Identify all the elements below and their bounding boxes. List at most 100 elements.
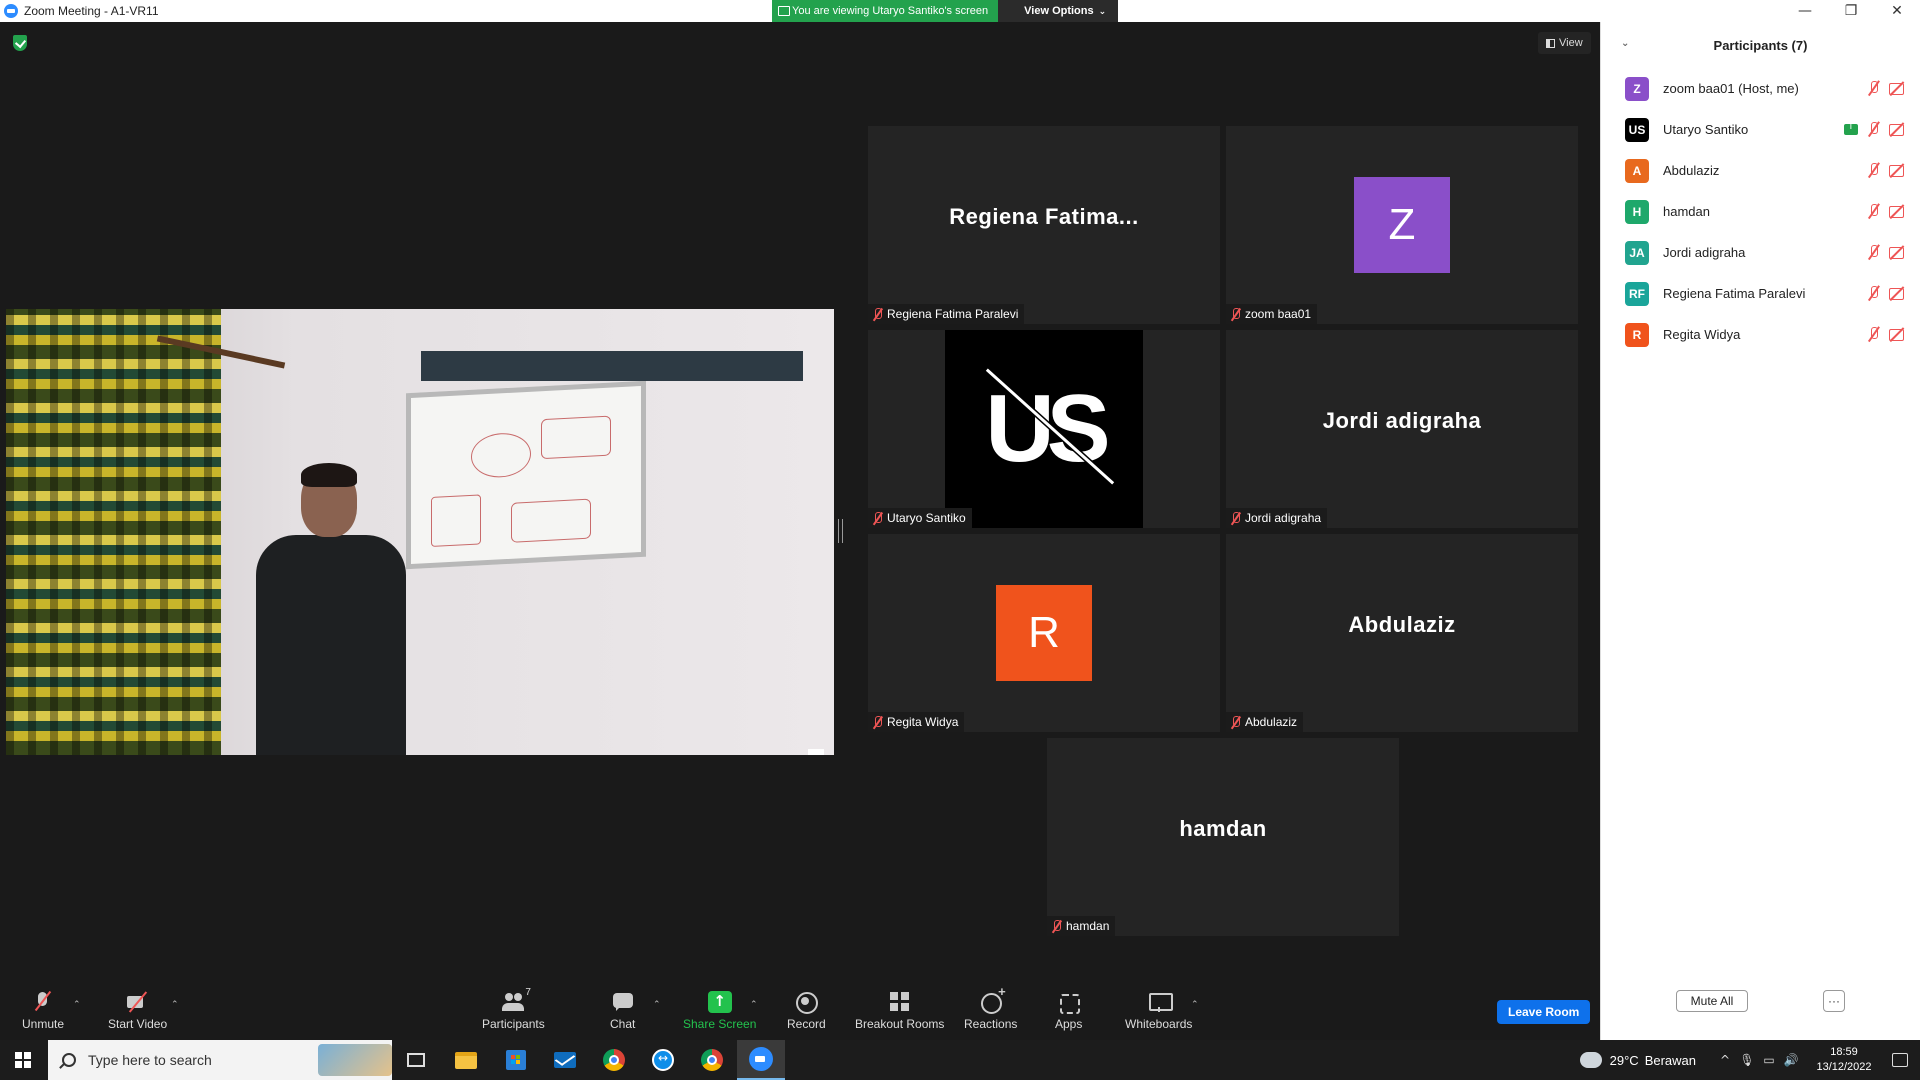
chevron-down-icon: ⌄ [1098,5,1107,16]
participants-list: Z zoom baa01 (Host, me) US Utaryo Santik… [1601,68,1920,355]
minimize-button[interactable]: — [1782,0,1828,22]
tile-avatar: Z [1354,177,1450,273]
view-button-label: View [1559,37,1583,49]
whiteboard-options-caret[interactable]: ⌃ [1191,999,1199,1010]
windows-start-icon[interactable] [15,1052,32,1069]
tile-display-name: Jordi adigraha [1322,408,1482,433]
meeting-area: View Regiena Fatima... Regiena Fatima Pa… [0,22,1600,1040]
window-controls: — ❐ ✕ [1782,0,1920,22]
microphone-muted-icon [31,991,55,1013]
reactions-icon [979,984,1006,1014]
mute-all-button[interactable]: Mute All [1676,990,1748,1012]
participant-row[interactable]: RF Regiena Fatima Paralevi [1601,273,1920,314]
video-tile[interactable]: R Regita Widya [868,534,1220,732]
video-options-caret[interactable]: ⌃ [171,999,179,1010]
participant-avatar: Z [1625,76,1649,101]
tray-overflow-chevron-icon[interactable]: ^ [1716,1051,1734,1069]
share-resize-handle[interactable] [808,749,824,755]
mic-muted-icon [1868,203,1880,219]
view-options-button[interactable]: View Options ⌄ [998,0,1119,22]
participant-row[interactable]: A Abdulaziz [1601,150,1920,191]
redaction-bar [421,351,803,381]
meeting-toolbar: Unmute ⌃ Start Video ⌃ 7 Participants Ch… [0,975,1600,1040]
microphone-icon[interactable]: 🎙 [1738,1051,1756,1069]
participants-panel-header: ⌄ Participants (7) [1601,22,1920,68]
participant-row[interactable]: H hamdan [1601,191,1920,232]
task-view-icon [407,1053,425,1067]
tile-name-label: zoom baa01 [1226,304,1318,324]
participant-row[interactable]: R Regita Widya [1601,314,1920,355]
teamviewer-icon [652,1049,674,1071]
unmute-button[interactable]: Unmute [22,991,64,1031]
breakout-rooms-button[interactable]: Breakout Rooms [855,991,944,1031]
record-icon [794,991,819,1014]
task-view-button[interactable] [392,1040,440,1080]
tile-logo-avatar: US [945,330,1143,528]
view-button[interactable]: View [1538,32,1591,54]
participant-status-icons [1868,285,1906,301]
video-tile[interactable]: Abdulaziz Abdulaziz [1226,534,1578,732]
participant-row[interactable]: Z zoom baa01 (Host, me) [1601,68,1920,109]
reactions-button[interactable]: Reactions [964,984,1017,1031]
network-icon[interactable]: ▭ [1760,1051,1778,1069]
whiteboard-scribble [431,494,481,547]
record-button[interactable]: Record [787,991,826,1031]
breakout-rooms-icon [888,991,912,1013]
chat-options-caret[interactable]: ⌃ [653,999,661,1010]
chat-button[interactable]: Chat [610,991,635,1031]
notification-center-icon[interactable] [1880,1040,1920,1080]
participants-button[interactable]: 7 Participants [482,987,545,1031]
participant-status-icons [1868,80,1906,96]
video-tile[interactable]: Jordi adigraha Jordi adigraha [1226,330,1578,528]
layout-icon [1546,38,1555,48]
whiteboard-image [406,380,646,570]
participant-avatar: RF [1625,281,1649,306]
participant-avatar: R [1625,322,1649,347]
video-tile[interactable]: Regiena Fatima... Regiena Fatima Paralev… [868,126,1220,324]
window-title: Zoom Meeting - A1-VR11 [24,4,159,18]
restore-button[interactable]: ❐ [1828,0,1874,22]
system-tray: 29°C Berawan ^ 🎙 ▭ 🔊 18:59 13/12/2022 [1579,1040,1920,1080]
share-screen-button[interactable]: Share Screen [683,991,756,1031]
zoom-taskbar-button[interactable] [737,1040,785,1080]
chrome-icon [603,1049,625,1071]
collapse-panel-icon[interactable]: ⌄ [1621,38,1629,49]
video-tile[interactable]: US Utaryo Santiko [868,330,1220,528]
chrome-profile-button[interactable] [688,1040,736,1080]
weather-cloudy-icon[interactable] [1579,1047,1602,1068]
shared-screen-video [6,309,834,755]
logo-text: US [985,375,1110,482]
more-options-button[interactable]: ··· [1823,990,1845,1012]
volume-icon[interactable]: 🔊 [1782,1051,1800,1069]
teamviewer-button[interactable] [639,1040,687,1080]
mail-button[interactable] [541,1040,589,1080]
clock-time: 18:59 [1830,1046,1858,1058]
close-button[interactable]: ✕ [1874,0,1920,22]
split-divider-handle[interactable] [838,519,843,543]
audio-options-caret[interactable]: ⌃ [73,999,81,1010]
video-off-icon [1888,203,1906,219]
share-options-caret[interactable]: ⌃ [750,999,758,1010]
leave-room-button[interactable]: Leave Room [1497,1000,1591,1024]
title-bar: Zoom Meeting - A1-VR11 You are viewing U… [0,0,1920,22]
participant-name: Utaryo Santiko [1663,122,1749,137]
video-off-icon [126,991,150,1013]
tile-name-label: Abdulaziz [1226,712,1304,732]
participant-avatar: JA [1625,240,1649,265]
apps-button[interactable]: Apps [1055,991,1082,1031]
participant-row[interactable]: US Utaryo Santiko [1601,109,1920,150]
chrome-button[interactable] [590,1040,638,1080]
tile-name-label: hamdan [1047,916,1116,936]
whiteboards-button[interactable]: Whiteboards [1125,991,1192,1031]
file-explorer-button[interactable] [442,1040,490,1080]
ms-store-button[interactable] [492,1040,540,1080]
start-video-button[interactable]: Start Video [108,991,167,1031]
search-icon [62,1053,76,1067]
clock[interactable]: 18:59 13/12/2022 [1808,1045,1880,1075]
participant-row[interactable]: JA Jordi adigraha [1601,232,1920,273]
security-shield-icon[interactable] [13,35,27,51]
taskbar-search-box[interactable]: Type here to search [48,1040,392,1080]
video-tile[interactable]: Z zoom baa01 [1226,126,1578,324]
mic-muted-icon [1230,715,1241,729]
video-tile[interactable]: hamdan hamdan [1047,738,1399,936]
